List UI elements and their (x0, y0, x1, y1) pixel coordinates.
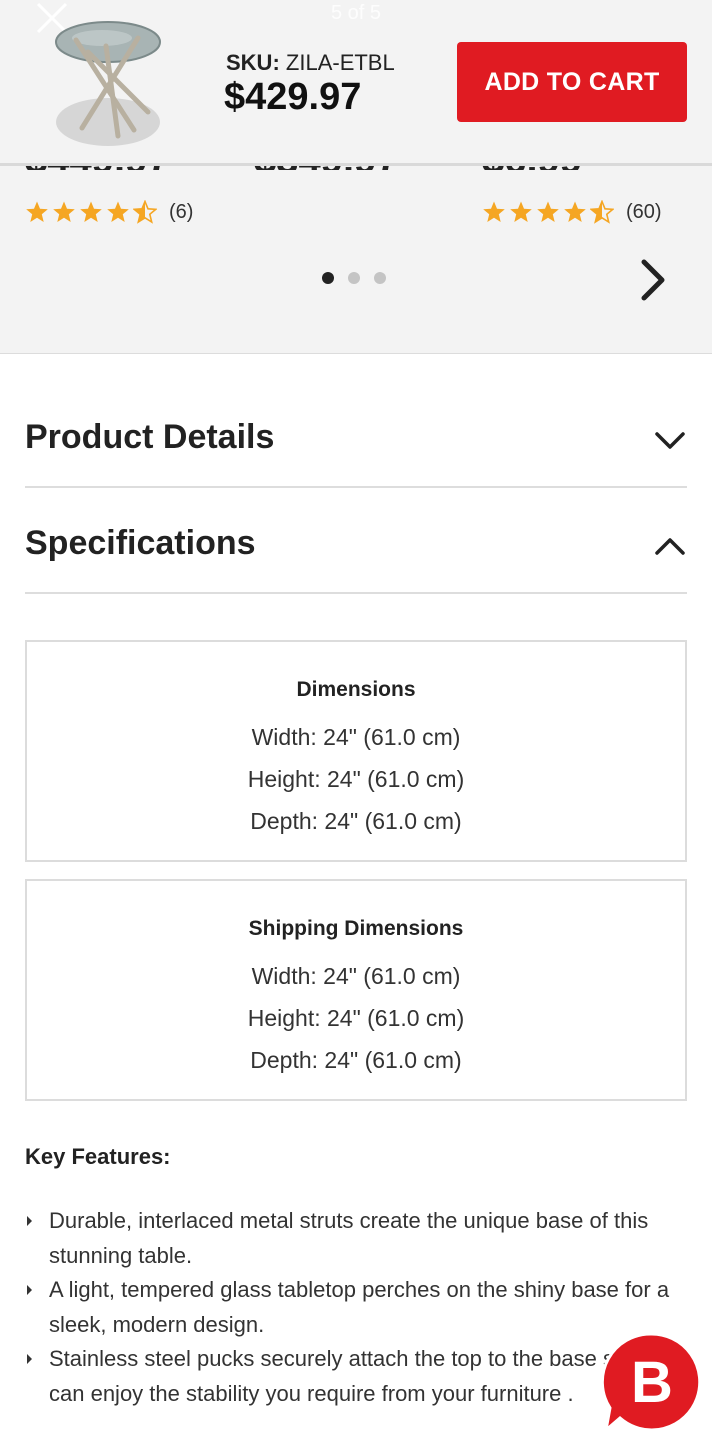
sku-value: ZILA-ETBL (285, 50, 395, 75)
review-count: (60) (626, 200, 662, 223)
star-full-icon (26, 201, 48, 222)
star-full-icon (483, 201, 505, 222)
rating-stars: (6) (25, 200, 193, 224)
list-item: A light, tempered glass tabletop perches… (25, 1273, 687, 1342)
feature-text: Stainless steel pucks securely attach th… (49, 1346, 668, 1406)
chevron-right-icon[interactable] (636, 256, 672, 304)
rating-stars: (60) (482, 200, 662, 224)
bullet-icon (27, 1354, 32, 1364)
accordion-specifications[interactable]: Specifications (25, 486, 687, 594)
related-products-carousel: $449.97 $349.97 $6.99 (6) (60) (0, 150, 712, 354)
star-full-icon (537, 201, 559, 222)
list-item: Durable, interlaced metal struts create … (25, 1204, 687, 1273)
product-thumbnail (55, 21, 161, 146)
dimension-width: Width: 24" (61.0 cm) (251, 724, 461, 750)
shipping-dimensions-box: Shipping Dimensions Width: 24" (61.0 cm)… (25, 879, 687, 1101)
star-half-icon (590, 200, 614, 224)
chevron-up-icon (655, 538, 685, 555)
star-full-icon (564, 201, 586, 222)
shipping-dimensions-title: Shipping Dimensions (248, 917, 464, 940)
star-full-icon (53, 201, 75, 222)
key-features-title: Key Features: (25, 1144, 171, 1169)
accordion-title: Specifications (25, 524, 256, 562)
pagination-dot[interactable] (348, 272, 360, 284)
star-half-icon (133, 200, 157, 224)
star-full-icon (80, 201, 102, 222)
sticky-product-header: 5 of 5 SKU: ZILA-ETBL $429.97 ADD TO CAR… (0, 0, 712, 166)
brand-chat-badge-icon[interactable]: B (598, 1330, 704, 1436)
accordion-product-details[interactable]: Product Details (25, 380, 687, 488)
brand-badge-letter: B (631, 1350, 673, 1415)
product-price: $429.97 (224, 76, 362, 118)
chevron-down-icon (655, 432, 685, 449)
review-count: (6) (169, 200, 194, 223)
carousel-pagination (322, 272, 400, 284)
shipping-depth: Depth: 24" (61.0 cm) (250, 1047, 462, 1073)
feature-text: Durable, interlaced metal struts create … (49, 1208, 649, 1268)
pagination-dot[interactable] (374, 272, 386, 284)
sku-label: SKU: (226, 50, 280, 75)
feature-text: A light, tempered glass tabletop perches… (49, 1277, 670, 1337)
accordion-title: Product Details (25, 418, 275, 456)
key-features-list: Durable, interlaced metal struts create … (25, 1204, 687, 1411)
list-item: Stainless steel pucks securely attach th… (25, 1342, 687, 1411)
star-full-icon (510, 201, 532, 222)
sku-line: SKU: ZILA-ETBL (226, 50, 395, 76)
dimensions-title: Dimensions (296, 678, 416, 701)
bullet-icon (27, 1285, 32, 1295)
star-full-icon (107, 201, 129, 222)
dimension-depth: Depth: 24" (61.0 cm) (250, 808, 462, 834)
dimensions-box: Dimensions Width: 24" (61.0 cm) Height: … (25, 640, 687, 862)
add-to-cart-button[interactable]: ADD TO CART (457, 42, 687, 122)
dimension-height: Height: 24" (61.0 cm) (247, 766, 465, 792)
image-pager-text: 5 of 5 (330, 2, 382, 24)
shipping-width: Width: 24" (61.0 cm) (251, 963, 461, 989)
shipping-height: Height: 24" (61.0 cm) (247, 1005, 465, 1031)
bullet-icon (27, 1216, 32, 1226)
pagination-dot-active[interactable] (322, 272, 334, 284)
